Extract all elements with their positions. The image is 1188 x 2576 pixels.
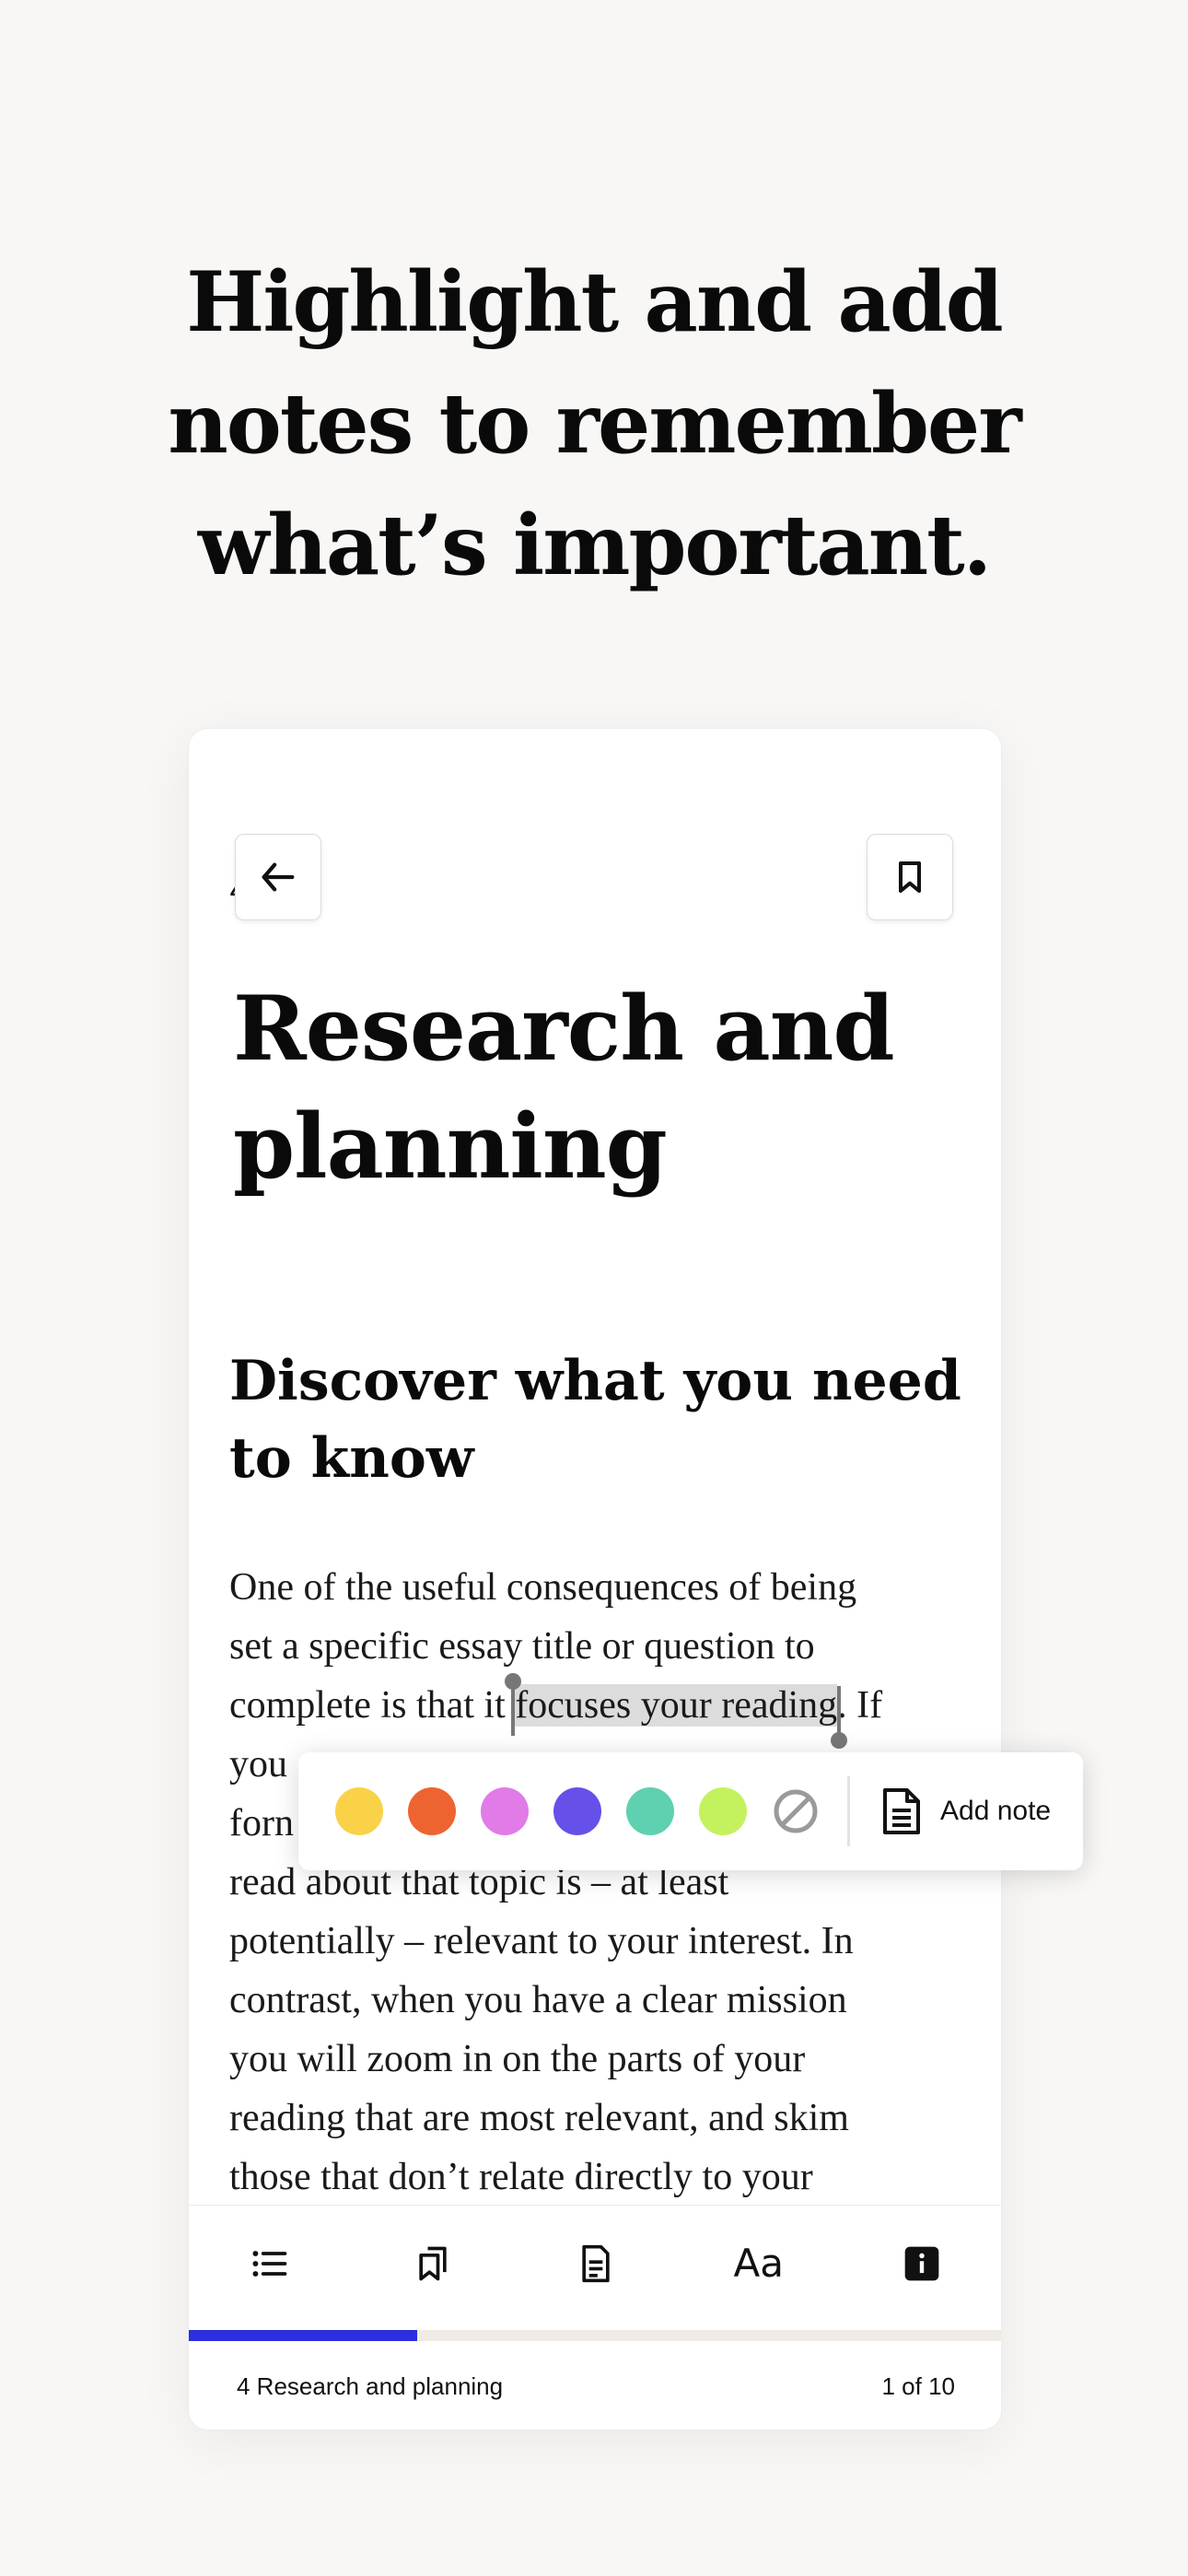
text-line: reading that are most relevant, and skim <box>229 2097 849 2139</box>
bookmark-icon <box>899 861 921 893</box>
text-line: you will zoom in on the parts of your <box>229 2038 806 2080</box>
chapter-title-line: planning <box>233 1095 668 1199</box>
no-highlight-icon <box>774 1789 818 1833</box>
selection-start-handle[interactable] <box>505 1673 522 1736</box>
selected-text: focuses your reading <box>515 1684 838 1727</box>
bookmarks-icon <box>419 2246 447 2280</box>
highlight-color-swatch[interactable] <box>699 1787 747 1835</box>
selection-end-handle[interactable] <box>831 1686 848 1749</box>
highlight-color-options <box>335 1787 772 1835</box>
highlight-color-swatch[interactable] <box>408 1787 456 1835</box>
text-line: potentially – relevant to your interest.… <box>229 1920 854 1962</box>
headline-line: Highlight and add <box>186 253 1003 351</box>
highlight-color-swatch[interactable] <box>481 1787 529 1835</box>
reader-toolbar: Aa <box>189 2205 1001 2321</box>
contents-icon <box>252 2250 287 2277</box>
reader-card: 4 Research and planning Discover what yo… <box>188 728 1002 2430</box>
text-selection[interactable]: focuses your reading <box>505 1673 848 1749</box>
contents-button[interactable] <box>233 2227 307 2301</box>
note-icon <box>883 1788 920 1834</box>
reading-progress-fill <box>189 2330 417 2341</box>
bookmark-button[interactable] <box>867 834 953 920</box>
headline-line: notes to remember <box>168 375 1021 473</box>
back-arrow-icon <box>262 862 295 892</box>
footer-chapter-label: 4 Research and planning <box>237 2371 504 2400</box>
text-fragment: complete is that it <box>229 1684 516 1727</box>
text-line: those that don’t relate directly to your <box>229 2156 813 2198</box>
body-text[interactable]: One of the useful consequences of being … <box>229 1558 975 2207</box>
text-line: One of the useful consequences of being <box>229 1566 857 1609</box>
reader-footer: 4 Research and planning 1 of 10 <box>189 2341 1001 2430</box>
highlight-color-swatch[interactable] <box>335 1787 383 1835</box>
text-line: contrast, when you have a clear mission <box>229 1979 847 2021</box>
notes-button[interactable] <box>559 2227 633 2301</box>
text-line: set a specific essay title or question t… <box>229 1625 815 1668</box>
text-settings-icon: Aa <box>733 2241 785 2286</box>
back-button[interactable] <box>235 834 321 920</box>
footer-page-label: 1 of 10 <box>881 2371 955 2400</box>
info-button[interactable] <box>885 2227 959 2301</box>
add-note-label: Add note <box>940 1796 1052 1826</box>
chapter-title: Research and planning <box>233 970 970 1206</box>
remove-highlight-button[interactable] <box>772 1787 820 1835</box>
section-title-line: to know <box>229 1426 474 1491</box>
bookmarks-button[interactable] <box>396 2227 470 2301</box>
section-title-line: Discover what you need <box>229 1349 961 1413</box>
headline: Highlight and add notes to remember what… <box>0 241 1188 606</box>
highlight-popup: Add note <box>298 1752 1083 1870</box>
headline-line: what’s important. <box>197 497 992 594</box>
section-title: Discover what you need to know <box>229 1342 984 1497</box>
notes-icon <box>582 2244 610 2282</box>
text-line: complete is that it focuses your reading… <box>229 1673 975 1749</box>
popup-divider <box>847 1776 850 1846</box>
highlight-color-swatch[interactable] <box>553 1787 601 1835</box>
reading-progress <box>189 2330 1001 2341</box>
add-note-button[interactable]: Add note <box>879 1786 1051 1836</box>
highlight-color-swatch[interactable] <box>626 1787 674 1835</box>
text-fragment: . If <box>837 1684 883 1727</box>
info-icon <box>904 2246 938 2280</box>
text-settings-button[interactable]: Aa <box>722 2227 796 2301</box>
chapter-title-line: Research and <box>233 977 895 1081</box>
